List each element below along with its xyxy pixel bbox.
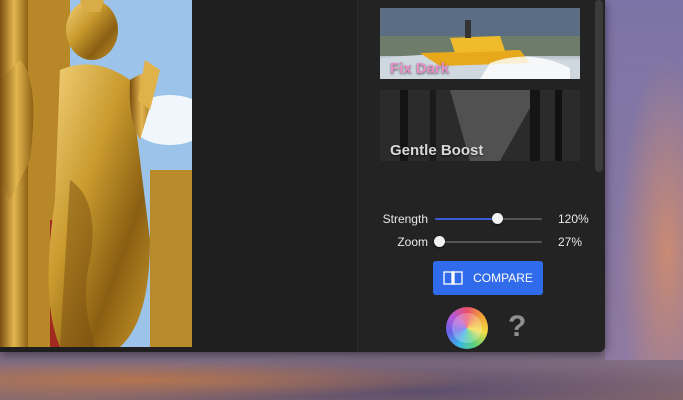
desktop-background-right [605,0,683,360]
compare-button[interactable]: COMPARE [433,261,543,295]
desktop-background [0,350,683,400]
canvas-area [192,0,357,352]
sidebar-scrollbar[interactable] [595,0,603,172]
compare-label: COMPARE [473,271,533,285]
help-icon[interactable]: ? [508,310,526,344]
strength-value: 120% [558,212,589,226]
buddha-statue-image [0,0,192,347]
preset-fix-dark[interactable]: Fix Dark [380,8,580,79]
preset-gentle-boost[interactable]: Gentle Boost [380,90,580,161]
strength-knob[interactable] [492,213,504,224]
photo-preview[interactable] [0,0,192,347]
strength-fill [435,218,498,220]
app-logo-icon[interactable] [446,307,488,349]
zoom-label: Zoom [397,235,428,249]
compare-icon [443,271,463,285]
preset-label: Gentle Boost [390,142,484,159]
zoom-track[interactable] [434,236,542,247]
zoom-knob[interactable] [434,236,446,247]
logo-highlight [452,313,482,343]
app-window: Fix Dark Gentle Boost Strength 120% Zoom… [0,0,605,352]
preset-label: Fix Dark [390,60,450,77]
zoom-slider[interactable]: Zoom 27% [360,233,600,251]
strength-label: Strength [382,212,428,226]
strength-track[interactable] [435,213,542,224]
zoom-value: 27% [558,235,583,249]
strength-slider[interactable]: Strength 120% [360,210,600,228]
